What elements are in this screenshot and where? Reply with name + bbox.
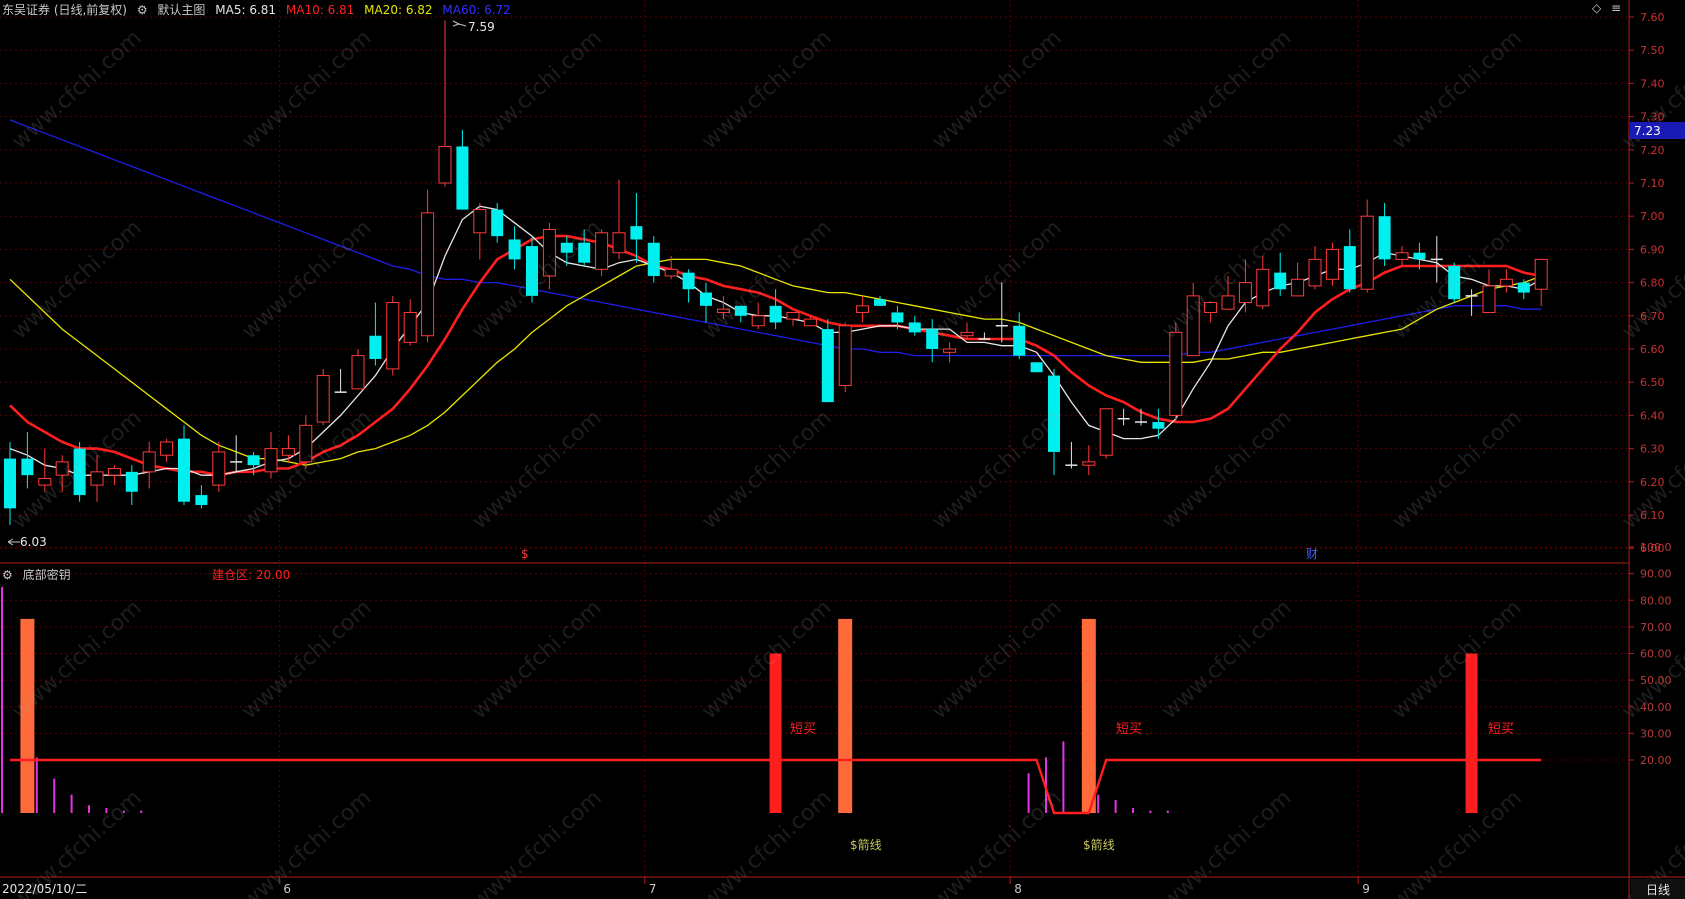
magenta-bar: [1132, 807, 1134, 813]
indicator-tick-label: 90.00: [1640, 568, 1672, 581]
price-tick-label: 6.60: [1640, 343, 1665, 356]
price-tick-label: 6.20: [1640, 476, 1665, 489]
indicator-name[interactable]: 底部密钥: [23, 568, 71, 582]
month-label: 8: [1014, 882, 1022, 896]
price-tick-label: 6.30: [1640, 443, 1665, 456]
price-tick-label: 7.60: [1640, 11, 1665, 24]
month-label: 9: [1362, 882, 1370, 896]
indicator-tick-label: 40.00: [1640, 701, 1672, 714]
candle[interactable]: [1030, 362, 1043, 373]
price-tick-label: 7.50: [1640, 44, 1665, 57]
candle[interactable]: [386, 295, 400, 376]
price-tick-label: 6.40: [1640, 409, 1665, 422]
indicator-tick-label: 30.00: [1640, 727, 1672, 740]
ma10-value: MA10: 6.81: [285, 3, 355, 17]
red-signal-bar: [769, 653, 782, 813]
dividend-marker[interactable]: $: [521, 547, 529, 561]
price-tick-label: 7.20: [1640, 144, 1665, 157]
magenta-bar: [1, 586, 3, 813]
arrow-line-label-1: $箭线: [850, 837, 882, 852]
indicator-tick-label: 70.00: [1640, 621, 1672, 634]
indicator-tick-label: 50.00: [1640, 674, 1672, 687]
menu-icon[interactable]: ≡: [1611, 1, 1621, 15]
magenta-bar: [1166, 810, 1169, 813]
indicator-tick-label: 100.0: [1640, 541, 1672, 554]
indicator-header: ⚙ 底部密钥: [2, 566, 77, 583]
price-tick-label: 7.10: [1640, 177, 1665, 190]
candle[interactable]: [647, 236, 660, 283]
price-tick-label: 7.40: [1640, 77, 1665, 90]
price-tick-label: 6.10: [1640, 509, 1665, 522]
magenta-bar: [88, 805, 90, 813]
short-buy-label-3: 短买: [1488, 722, 1514, 737]
price-tick-label: 6.50: [1640, 376, 1665, 389]
magenta-bar: [35, 757, 38, 813]
ma5-value: MA5: 6.81: [215, 3, 277, 17]
candle[interactable]: [838, 322, 852, 393]
red-signal-bar: [1465, 653, 1478, 813]
indicator-settings-icon[interactable]: ⚙: [2, 568, 13, 582]
arrow-line-label-2: $箭线: [1083, 837, 1115, 852]
magenta-bar: [1097, 794, 1100, 813]
magenta-bar: [70, 794, 73, 813]
magenta-bar: [1149, 810, 1152, 813]
indicator-tick-label: 20.00: [1640, 754, 1672, 767]
ma60-value: MA60: 6.72: [442, 3, 511, 17]
indicator-param: 建仓区: 20.00: [212, 568, 291, 582]
period-label: 日线: [1646, 883, 1670, 897]
price-tick-label: 7.30: [1640, 111, 1665, 124]
price-tick-label: 6.90: [1640, 243, 1665, 256]
orange-signal-bar: [1081, 618, 1096, 813]
price-tick-label: 7.00: [1640, 210, 1665, 223]
month-label: 6: [283, 882, 291, 896]
indicator-tick-label: 80.00: [1640, 594, 1672, 607]
main-chart-header: 东吴证券 (日线,前复权) ⚙ 默认主图 MA5: 6.81 MA10: 6.8…: [2, 1, 517, 18]
candle[interactable]: [1099, 408, 1113, 459]
security-title: 东吴证券 (日线,前复权): [2, 3, 127, 17]
magenta-bar: [53, 778, 56, 813]
current-price: 7.23: [1634, 124, 1661, 138]
price-tick-label: 6.70: [1640, 310, 1665, 323]
finance-marker[interactable]: 财: [1306, 547, 1318, 561]
magenta-bar: [1114, 799, 1117, 813]
ma20-value: MA20: 6.82: [364, 3, 433, 17]
candle[interactable]: [316, 368, 330, 426]
low-price-label: 6.03: [20, 535, 47, 549]
short-buy-label-1: 短买: [790, 722, 816, 737]
magenta-bar: [140, 810, 143, 813]
chart-canvas[interactable]: www.cfchi.com www.cfchi.com www.cfchi.com w…: [0, 0, 1685, 899]
price-tick-label: 6.80: [1640, 277, 1665, 290]
indicator-tick-label: 60.00: [1640, 648, 1672, 661]
high-price-label: 7.59: [468, 20, 495, 34]
month-label: 7: [649, 882, 657, 896]
candle[interactable]: [821, 319, 834, 403]
candle[interactable]: [421, 189, 435, 343]
orange-signal-bar: [838, 618, 853, 813]
short-buy-label-2: 短买: [1116, 722, 1142, 737]
candle[interactable]: [1325, 242, 1339, 286]
settings-icon[interactable]: ⚙: [137, 3, 148, 17]
start-date: 2022/05/10/二: [2, 882, 87, 896]
collapse-icon[interactable]: ◇: [1592, 1, 1601, 15]
main-chart-label[interactable]: 默认主图: [157, 3, 205, 17]
